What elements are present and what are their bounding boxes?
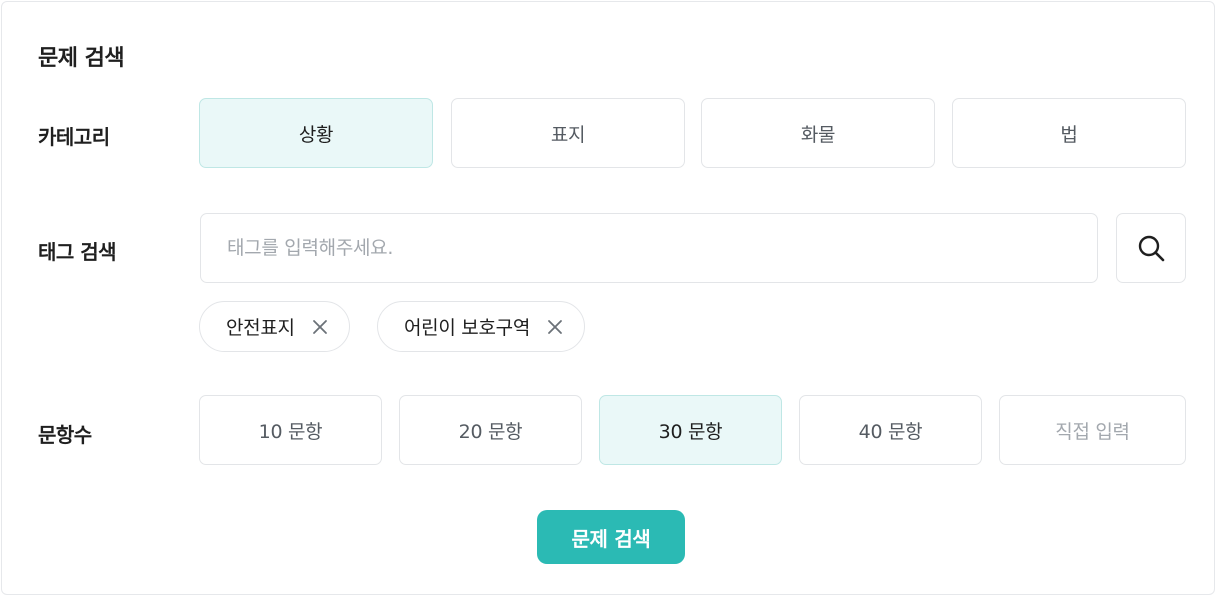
tag-chip-label: 어린이 보호구역: [404, 317, 531, 339]
tag-search-input[interactable]: [200, 213, 1098, 283]
question-count-label: 문항수: [38, 423, 92, 447]
question-count-option-label: 40 문항: [858, 420, 923, 443]
question-count-option-40[interactable]: 40 문항: [799, 395, 982, 465]
question-count-option-label: 10 문항: [258, 420, 323, 443]
category-option-label: 화물: [800, 123, 836, 146]
category-option-situation[interactable]: 상황: [199, 98, 433, 168]
problem-search-submit-button[interactable]: 문제 검색: [537, 510, 685, 564]
close-icon[interactable]: [309, 316, 331, 338]
question-count-custom-input[interactable]: 직접 입력: [999, 395, 1186, 465]
tag-search-label: 태그 검색: [38, 240, 117, 264]
tag-chip-label: 안전표지: [226, 317, 295, 339]
category-option-sign[interactable]: 표지: [451, 98, 685, 168]
panel-title: 문제 검색: [38, 46, 125, 71]
question-count-option-20[interactable]: 20 문항: [399, 395, 582, 465]
category-option-label: 상황: [298, 123, 334, 146]
question-count-option-30[interactable]: 30 문항: [599, 395, 782, 465]
question-count-custom-placeholder: 직접 입력: [1055, 420, 1130, 443]
category-option-cargo[interactable]: 화물: [701, 98, 935, 168]
question-count-option-10[interactable]: 10 문항: [199, 395, 382, 465]
category-option-label: 법: [1060, 123, 1078, 146]
close-icon[interactable]: [544, 316, 566, 338]
category-label: 카테고리: [38, 125, 110, 149]
tag-search-button[interactable]: [1116, 213, 1186, 283]
search-icon: [1136, 233, 1166, 263]
submit-button-label: 문제 검색: [571, 526, 651, 551]
category-option-label: 표지: [550, 123, 586, 146]
question-count-option-label: 30 문항: [658, 420, 723, 443]
tag-chip: 안전표지: [199, 301, 350, 352]
problem-search-panel: 문제 검색 카테고리 상황 표지 화물 법 태그 검색 안전표지: [1, 1, 1215, 595]
tag-chip: 어린이 보호구역: [377, 301, 586, 352]
category-option-law[interactable]: 법: [952, 98, 1186, 168]
question-count-option-label: 20 문항: [458, 420, 523, 443]
